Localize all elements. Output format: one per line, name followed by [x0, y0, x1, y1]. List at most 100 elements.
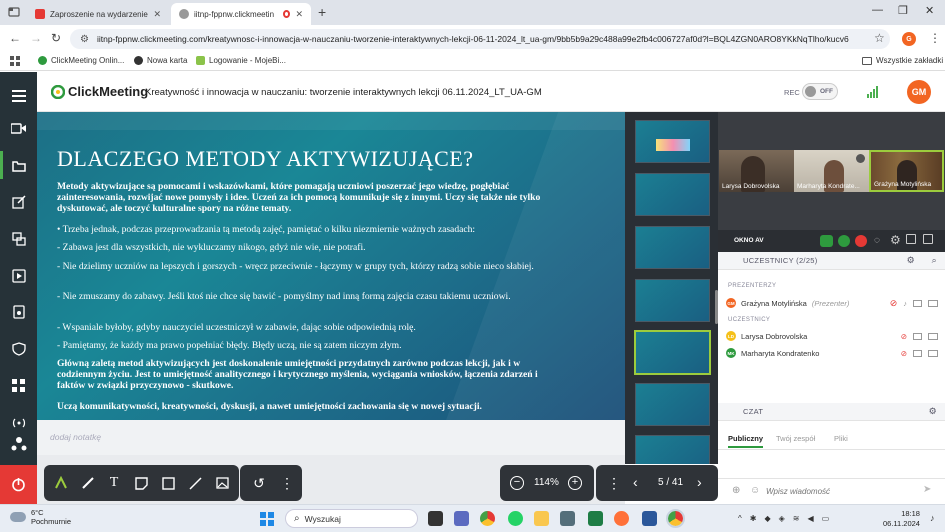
emoji-icon[interactable]: ☺ [750, 485, 760, 496]
test-icon[interactable] [9, 302, 28, 321]
apps-grid-icon[interactable] [10, 56, 20, 66]
reload-icon[interactable]: ↻ [51, 31, 61, 45]
teams-icon[interactable] [454, 511, 469, 526]
slide-thumbnail[interactable] [635, 120, 710, 163]
store-icon[interactable] [560, 511, 575, 526]
screen-icon[interactable] [928, 332, 938, 340]
chrome-icon[interactable] [480, 511, 495, 526]
image-icon[interactable] [213, 474, 231, 492]
video-tile[interactable]: Marharyta Kondrate... [794, 150, 869, 192]
network-icon[interactable]: ◈ [779, 514, 785, 523]
participant-row[interactable]: LD Larysa Dobrovolska ⊘ [726, 329, 938, 343]
screen-icon[interactable] [928, 349, 938, 357]
menu-kebab-icon[interactable]: ⋮ [929, 31, 941, 45]
site-info-icon[interactable]: ⚙ [80, 34, 89, 45]
popout-icon[interactable] [923, 234, 933, 244]
video-icon[interactable] [913, 332, 922, 340]
tab-team-chat[interactable]: Twój zespół [776, 434, 815, 443]
close-tab-icon[interactable]: ✕ [153, 9, 161, 20]
media-player-icon[interactable] [9, 266, 28, 285]
browser-tab-clickmeeting[interactable]: iitnp-fppnw.clickmeeting.com ✕ [171, 3, 311, 25]
bookmark-new-tab[interactable]: Nowa karta [134, 56, 187, 65]
excel-icon[interactable] [588, 511, 603, 526]
windows-start-icon[interactable] [260, 512, 274, 526]
mic-icon[interactable]: ♪ [903, 299, 907, 308]
search-icon[interactable]: ⌕ [932, 255, 937, 266]
add-attachment-icon[interactable]: ⊕ [732, 485, 740, 496]
rectangle-icon[interactable] [159, 474, 177, 492]
participant-row[interactable]: GM Grażyna Motylińska (Prezenter) ⊘ ♪ [726, 296, 938, 310]
sticky-note-icon[interactable] [132, 474, 150, 492]
battery-icon[interactable]: ▭ [822, 514, 830, 523]
webinar-icon[interactable] [9, 434, 28, 453]
chevron-up-icon[interactable]: ^ [738, 514, 742, 523]
all-bookmarks-folder[interactable]: Wszystkie zakładki [862, 56, 943, 65]
zoom-out-icon[interactable]: − [510, 476, 524, 490]
bluetooth-icon[interactable]: ✱ [750, 514, 757, 523]
leave-room-button[interactable] [0, 465, 37, 504]
wifi-icon[interactable]: ≋ [793, 514, 800, 523]
bookmark-star-icon[interactable]: ☆ [874, 31, 885, 45]
participants-settings-icon[interactable]: ⚙ [907, 255, 915, 266]
video-tile[interactable]: Larysa Dobrovolska [719, 150, 794, 192]
more-options-icon[interactable]: ⋮ [278, 474, 296, 492]
mic-off-icon[interactable]: ⊘ [901, 349, 907, 358]
taskbar-search[interactable]: ⌕ Wyszukaj [285, 509, 418, 528]
folder-icon[interactable] [9, 156, 28, 175]
minimize-window-button[interactable]: — [872, 4, 883, 16]
weather-widget[interactable]: 6°C Pochmurnie [10, 508, 71, 526]
mic-on-icon[interactable] [838, 235, 850, 247]
undo-icon[interactable]: ↺ [250, 474, 268, 492]
slide-thumbnail[interactable] [635, 383, 710, 426]
whatsapp-icon[interactable] [508, 511, 523, 526]
profile-avatar[interactable]: G [902, 32, 916, 46]
notification-bell-icon[interactable]: ♪ [930, 513, 935, 523]
slide-thumbnail[interactable] [635, 435, 710, 464]
video-icon[interactable] [913, 349, 922, 357]
pen-icon[interactable] [79, 474, 97, 492]
text-icon[interactable]: T [105, 474, 123, 492]
security-icon[interactable]: ◆ [764, 514, 770, 523]
slide-thumbnail[interactable] [635, 226, 710, 269]
user-avatar[interactable]: GM [907, 80, 931, 104]
participant-row[interactable]: MK Marharyta Kondratenko ⊘ [726, 346, 938, 360]
bookmark-clickmeeting[interactable]: ClickMeeting Onlin... [38, 56, 124, 65]
bookmark-mojebi[interactable]: Logowanie - MojeBi... [196, 56, 286, 65]
settings-gear-icon[interactable]: ⚙ [890, 233, 901, 247]
forward-arrow-icon[interactable]: → [30, 31, 42, 45]
zoom-in-icon[interactable]: + [568, 476, 582, 490]
previous-slide-icon[interactable]: ‹ [633, 474, 638, 490]
participants-header[interactable]: UCZESTNICY (2/25) ⚙ ⌕ [718, 252, 945, 270]
video-icon[interactable] [913, 299, 922, 307]
chrome-active-icon[interactable] [666, 509, 685, 528]
volume-icon[interactable]: ◀ [807, 514, 813, 523]
browser-tab-invitation[interactable]: Zaproszenie na wydarzenie "Kre ✕ [27, 3, 169, 25]
broadcast-icon[interactable] [9, 413, 28, 432]
tab-files[interactable]: Pliki [834, 434, 848, 443]
apps-grid-icon[interactable] [9, 376, 28, 395]
tab-search-icon[interactable] [8, 6, 20, 18]
clock[interactable]: 18:18 06.11.2024 [883, 509, 920, 529]
slide-thumbnail[interactable] [635, 173, 710, 216]
close-window-button[interactable]: ✕ [925, 4, 934, 17]
next-slide-icon[interactable]: › [697, 474, 702, 490]
line-icon[interactable] [186, 474, 204, 492]
share-screen-icon[interactable] [9, 229, 28, 248]
video-tile[interactable]: Grażyna Motylińska [869, 150, 944, 192]
close-tab-icon[interactable]: ✕ [295, 9, 303, 20]
send-icon[interactable]: ➤ [923, 484, 931, 495]
address-bar[interactable]: ⚙ iitnp-fppnw.clickmeeting.com/kreatywno… [70, 29, 890, 49]
word-icon[interactable] [642, 511, 657, 526]
rec-toggle[interactable]: OFF [802, 83, 838, 100]
screen-icon[interactable] [928, 299, 938, 307]
slide-thumbnail-current[interactable] [634, 330, 711, 375]
shield-icon[interactable] [9, 339, 28, 358]
tab-public-chat[interactable]: Publiczny [728, 434, 764, 448]
more-options-icon[interactable]: ⋮ [607, 475, 621, 492]
slide-thumbnail[interactable] [635, 279, 710, 322]
task-view-icon[interactable] [428, 511, 443, 526]
chat-message-input[interactable] [766, 484, 916, 499]
maximize-window-button[interactable]: ❐ [898, 4, 908, 17]
camera-on-icon[interactable] [820, 235, 833, 247]
edit-icon[interactable] [9, 192, 28, 211]
